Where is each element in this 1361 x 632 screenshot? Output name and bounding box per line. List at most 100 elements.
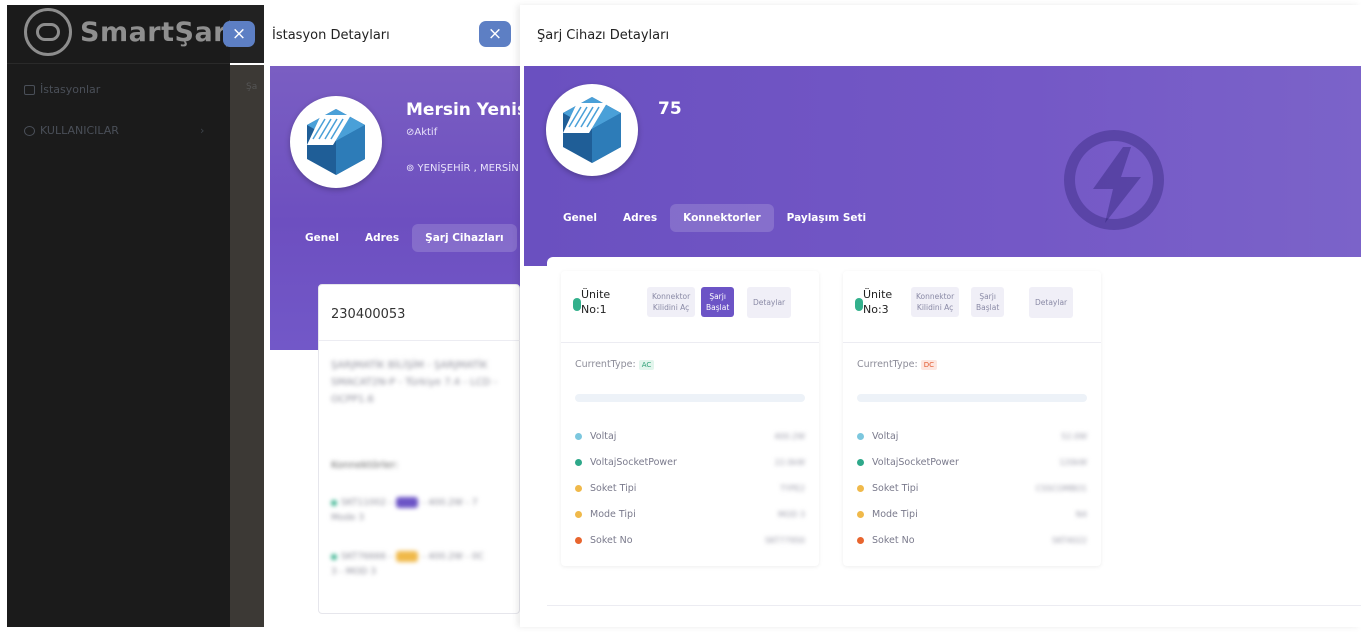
- current-type: CurrentType: DC: [857, 359, 937, 370]
- tab-genel[interactable]: Genel: [292, 224, 352, 252]
- connector-id: SKT76666 -: [341, 551, 393, 562]
- station-list-icon: [24, 84, 35, 95]
- charge-progress-bar: [857, 394, 1087, 402]
- status-dot: [855, 298, 863, 311]
- app-main-overlay: [230, 65, 264, 627]
- stat-label: Mode Tipi: [872, 509, 918, 520]
- app-logo: SmartŞarj: [24, 8, 237, 56]
- charger-id: 75: [658, 99, 682, 119]
- legend-dot: [857, 537, 864, 544]
- current-type: CurrentType: AC: [575, 359, 655, 370]
- button-label: Şarjı: [979, 292, 996, 301]
- app-sidebar: [7, 5, 230, 627]
- stat-value: 22.0kW: [774, 458, 805, 467]
- connector-row-extra: Mode 3: [331, 513, 364, 523]
- sidebar-item-label: İstasyonlar: [40, 83, 101, 96]
- stat-label: Soket Tipi: [872, 483, 919, 494]
- connector-info: - 400.2W - 7: [422, 497, 478, 508]
- charger-tabs: Genel Adres Konnektorler Paylaşım Seti: [550, 204, 879, 232]
- stat-value: 120kW: [1059, 458, 1087, 467]
- button-label: Kilidini Aç: [652, 303, 690, 312]
- stat-row: Soket No SKT77950: [575, 535, 805, 546]
- stat-row: VoltajSocketPower 120kW: [857, 457, 1087, 468]
- sidebar-item-label: KULLANICILAR: [40, 124, 119, 137]
- current-type-label: CurrentType:: [575, 359, 636, 370]
- close-station-panel-button[interactable]: ×: [223, 21, 255, 47]
- stat-row: Soket No SKT4022: [857, 535, 1087, 546]
- stat-row: VoltajSocketPower 22.0kW: [575, 457, 805, 468]
- charger-logo: [546, 84, 638, 176]
- station-tabs: Genel Adres Şarj Cihazları: [292, 224, 517, 252]
- chevron-right-icon: ›: [200, 124, 205, 137]
- stat-row: Mode Tipi MOD 3: [575, 509, 805, 520]
- connector-mode: 3 - MOD 3: [331, 567, 377, 577]
- start-charging-button[interactable]: Şarjı Başlat: [971, 287, 1005, 317]
- lightning-icon: [1064, 130, 1164, 230]
- divider: [319, 340, 521, 341]
- stat-value: MOD 3: [778, 510, 805, 519]
- unit-label: Ünite No:1: [581, 287, 610, 317]
- unit-number: No:1: [581, 303, 607, 316]
- current-type-badge: AC: [638, 359, 655, 370]
- device-card[interactable]: 230400053 ŞARJMATİK BİLİŞİM - ŞARJMATİK …: [318, 284, 521, 614]
- status-dot: [331, 553, 337, 560]
- stat-row: Voltaj 400.2W: [575, 431, 805, 442]
- logo-plug-icon: [24, 8, 72, 56]
- charger-hero: 75 Genel Adres Konnektorler Paylaşım Set…: [524, 66, 1361, 266]
- button-label: Konnektor: [916, 292, 955, 301]
- sidebar-item-istasyonlar[interactable]: İstasyonlar: [24, 83, 100, 96]
- logo-text: SmartŞarj: [80, 16, 237, 48]
- tab-paylasim-seti[interactable]: Paylaşım Seti: [774, 204, 879, 232]
- connector-row: SKT76666 - - 400.2W - 0C: [331, 551, 484, 562]
- stat-label: Soket No: [590, 535, 633, 546]
- start-charging-button[interactable]: Şarjı Başlat: [701, 287, 735, 317]
- tab-adres[interactable]: Adres: [610, 204, 670, 232]
- status-dot: [573, 298, 581, 311]
- legend-dot: [575, 537, 582, 544]
- legend-dot: [857, 485, 864, 492]
- tab-konnektorler[interactable]: Konnektorler: [670, 204, 774, 232]
- sidebar-divider: [7, 63, 230, 64]
- stat-row: Soket Tipi TYPE2: [575, 483, 805, 494]
- device-description: ŞARJMATİK BİLİŞİM - ŞARJMATİK SMACAT2N-P…: [331, 360, 498, 405]
- sidebar-item-kullanicilar[interactable]: KULLANICILAR: [24, 124, 119, 137]
- current-type-badge: DC: [920, 359, 937, 370]
- legend-dot: [575, 485, 582, 492]
- stat-label: VoltajSocketPower: [872, 457, 959, 468]
- unlock-connector-button[interactable]: Konnektor Kilidini Aç: [911, 287, 960, 317]
- stat-value: 400.2W: [774, 432, 805, 441]
- stat-label: Soket No: [872, 535, 915, 546]
- current-type-label: CurrentType:: [857, 359, 918, 370]
- connector-row-extra: 3 - MOD 3: [331, 567, 376, 577]
- tab-genel[interactable]: Genel: [550, 204, 610, 232]
- button-label: Konnektor: [652, 292, 691, 301]
- tab-adres[interactable]: Adres: [352, 224, 412, 252]
- unit-label-line: Ünite: [581, 288, 611, 301]
- unit-label: Ünite No:3: [863, 287, 892, 317]
- stat-row: Mode Tipi N4: [857, 509, 1087, 520]
- users-icon: [24, 125, 35, 136]
- connector-row: SKT11002 - - 400.2W - 7: [331, 497, 478, 508]
- connector-card-header: Ünite No:3 Konnektor Kilidini Aç Şarjı B…: [843, 271, 1101, 343]
- legend-dot: [575, 459, 582, 466]
- button-label: Başlat: [706, 303, 730, 312]
- charger-panel-title: Şarj Cihazı Detayları: [537, 27, 670, 43]
- close-charger-panel-button[interactable]: ×: [479, 21, 511, 47]
- connector-id: SKT11002 -: [341, 497, 393, 508]
- device-number: 230400053: [331, 307, 406, 322]
- tab-sarj-cihazlari[interactable]: Şarj Cihazları: [412, 224, 517, 252]
- station-status: ⊘Aktif: [406, 127, 438, 138]
- details-button[interactable]: Detaylar: [1029, 287, 1074, 318]
- legend-dot: [857, 511, 864, 518]
- main-fragment-text: Şa: [246, 82, 258, 92]
- connector-type-badge: [396, 551, 419, 562]
- unlock-connector-button[interactable]: Konnektor Kilidini Aç: [647, 287, 696, 317]
- connector-card: Ünite No:3 Konnektor Kilidini Aç Şarjı B…: [843, 271, 1101, 566]
- stat-label: Mode Tipi: [590, 509, 636, 520]
- stat-value: N4: [1075, 510, 1087, 519]
- divider: [547, 605, 1361, 606]
- details-button[interactable]: Detaylar: [747, 287, 792, 318]
- charge-progress-bar: [575, 394, 805, 402]
- connector-info: - 400.2W - 0C: [422, 551, 484, 562]
- stat-label: Voltaj: [590, 431, 617, 442]
